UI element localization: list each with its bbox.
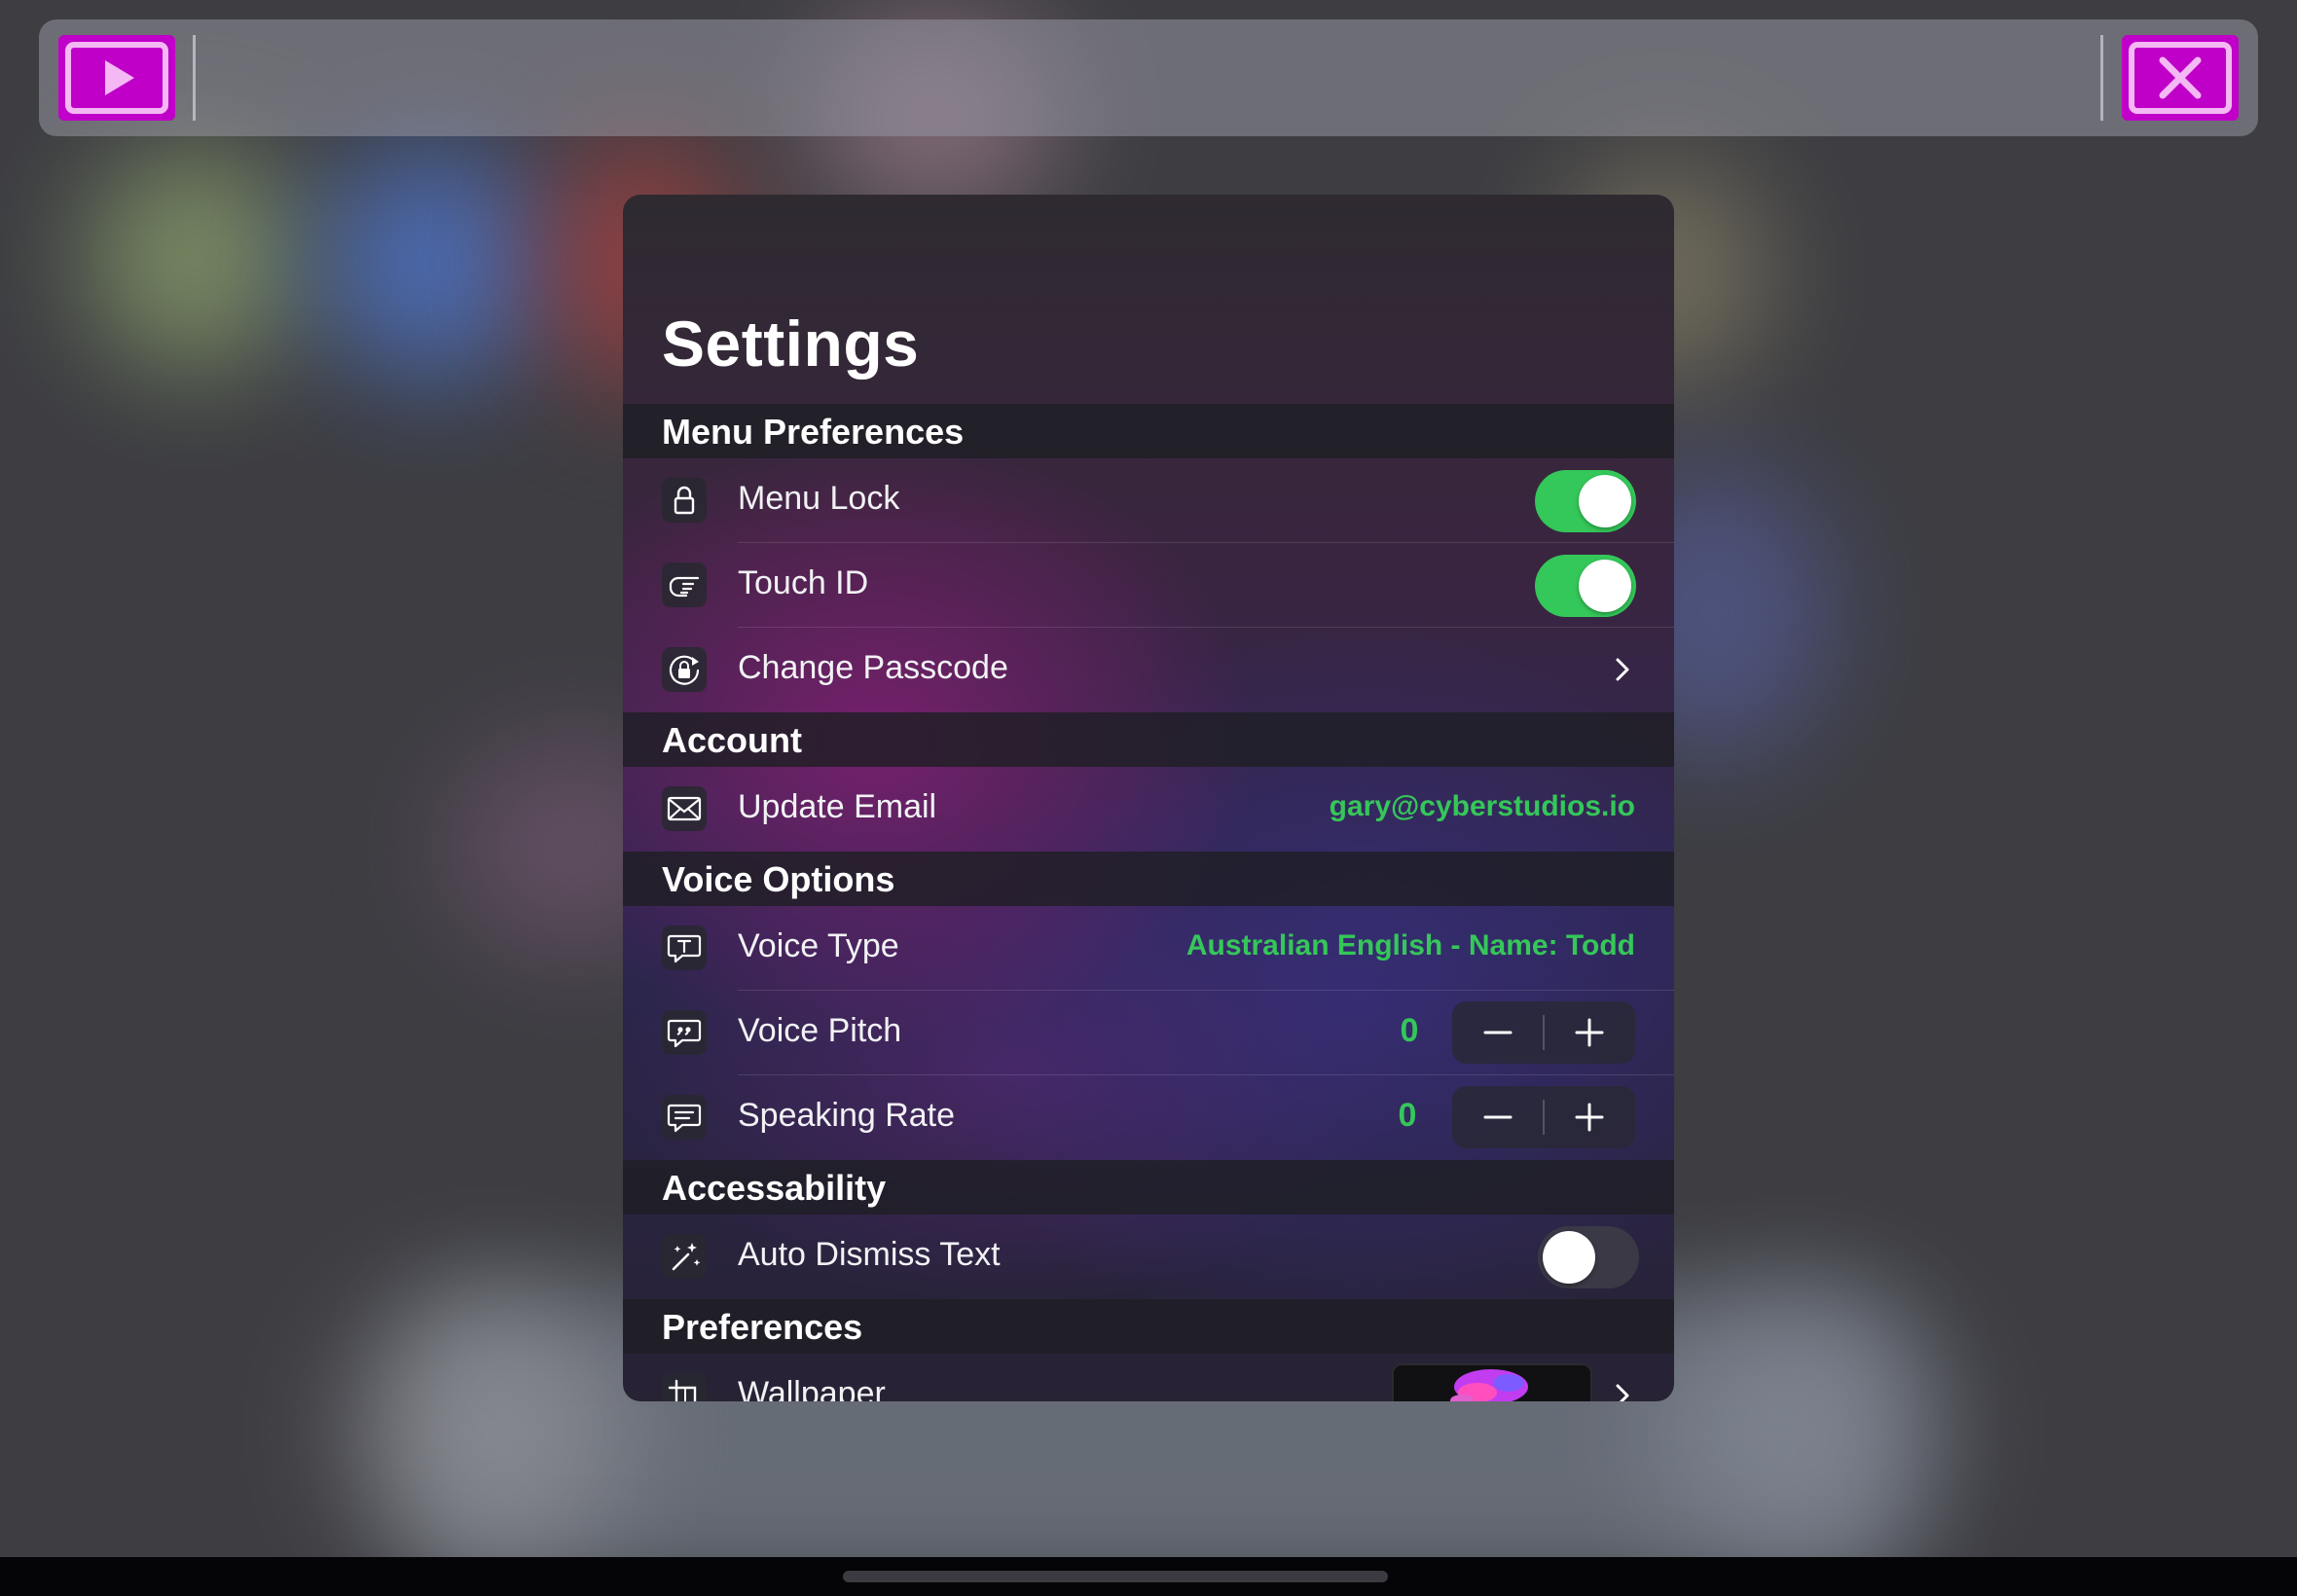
row-label: Voice Type [738,927,899,964]
toggle-knob [1579,560,1631,612]
settings-panel: Settings Menu Preferences Menu Lock Touc… [623,195,1674,1401]
minus-icon [1483,1115,1513,1119]
voice-pitch-increment-button[interactable] [1544,1001,1635,1064]
app-icon-blur [321,146,545,380]
toolbar-divider [2100,35,2103,121]
section-title: Menu Preferences [662,412,965,452]
row-label: Touch ID [738,564,869,601]
speaking-rate-decrement-button[interactable] [1452,1086,1544,1148]
plus-icon [1575,1018,1604,1047]
row-auto-dismiss-text[interactable]: Auto Dismiss Text [623,1215,1674,1299]
close-button[interactable] [2122,35,2239,121]
row-label: Menu Lock [738,480,900,517]
quote-bubble-icon [662,1010,707,1055]
row-update-email[interactable]: Update Email gary@cyberstudios.io [623,767,1674,852]
row-speaking-rate: Speaking Rate 0 [623,1075,1674,1160]
section-header-menu-preferences: Menu Preferences [623,404,1674,458]
section-header-voice-options: Voice Options [623,852,1674,906]
close-icon [2129,42,2232,114]
section-header-account: Account [623,712,1674,767]
toolbar-divider [193,35,196,121]
voice-pitch-value: 0 [1400,1012,1419,1049]
section-title: Accessability [662,1168,887,1208]
auto-dismiss-text-toggle[interactable] [1538,1226,1639,1288]
speaking-rate-value: 0 [1398,1097,1417,1134]
dock-icon-blur [1655,1294,1947,1567]
minus-icon [1483,1031,1513,1034]
section-header-accessability: Accessability [623,1160,1674,1215]
touch-hand-icon [662,562,707,607]
row-menu-lock[interactable]: Menu Lock [623,458,1674,543]
speaking-rate-stepper [1452,1086,1635,1148]
section-title: Account [662,720,802,760]
row-touch-id[interactable]: Touch ID [623,543,1674,628]
top-toolbar [39,19,2258,136]
email-value: gary@cyberstudios.io [1329,790,1635,822]
row-label: Wallpaper [738,1375,886,1401]
toggle-knob [1543,1231,1595,1284]
row-change-passcode[interactable]: Change Passcode [623,628,1674,712]
section-title: Preferences [662,1307,863,1347]
lock-rotate-icon [662,647,707,692]
dock-icon-blur [350,1294,623,1567]
menu-lock-toggle[interactable] [1535,470,1636,532]
row-label: Speaking Rate [738,1097,956,1134]
wallpaper-thumbnail [1392,1363,1592,1401]
row-wallpaper[interactable]: Wallpaper [623,1354,1674,1401]
text-lines-bubble-icon [662,1095,707,1140]
voice-pitch-decrement-button[interactable] [1452,1001,1544,1064]
app-icon-blur [88,146,302,370]
play-button[interactable] [58,35,175,121]
crop-icon [662,1373,707,1401]
voice-type-value: Australian English - Name: Todd [1185,929,1635,961]
chevron-right-icon [1616,658,1629,681]
chevron-right-icon [1616,1384,1629,1401]
toggle-knob [1579,475,1631,527]
voice-pitch-stepper [1452,1001,1635,1064]
plus-icon [1575,1103,1604,1132]
row-label: Update Email [738,788,937,825]
section-header-preferences: Preferences [623,1299,1674,1354]
row-label: Voice Pitch [738,1012,902,1049]
row-voice-type[interactable]: Voice Type Australian English - Name: To… [623,906,1674,991]
row-label: Change Passcode [738,649,1008,686]
section-title: Voice Options [662,859,895,899]
play-icon [65,42,168,114]
touch-id-toggle[interactable] [1535,555,1636,617]
home-indicator[interactable] [843,1571,1388,1582]
envelope-icon [662,786,707,831]
row-voice-pitch: Voice Pitch 0 [623,991,1674,1075]
text-bubble-icon [662,925,707,970]
row-label: Auto Dismiss Text [738,1236,1001,1273]
page-title: Settings [662,308,920,380]
lock-icon [662,478,707,523]
magic-wand-icon [662,1234,707,1279]
speaking-rate-increment-button[interactable] [1544,1086,1635,1148]
